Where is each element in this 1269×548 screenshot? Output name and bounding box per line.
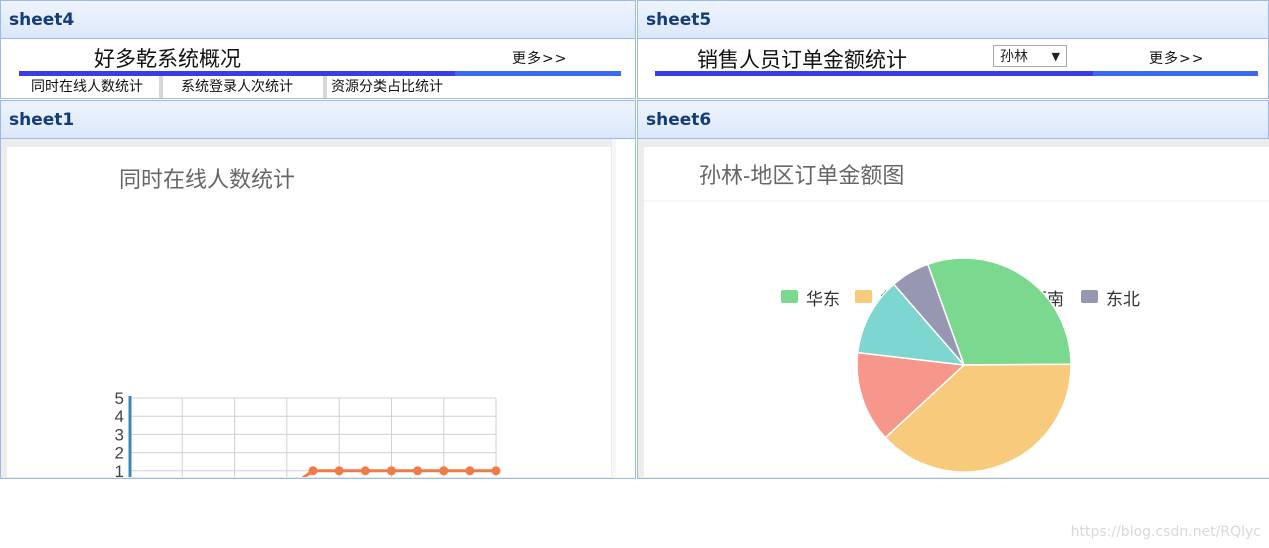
- y-tick-label: 3: [115, 425, 124, 444]
- data-point: [386, 466, 396, 476]
- sheet5-bar-light: [1093, 71, 1258, 76]
- legend-swatch: [781, 290, 798, 303]
- data-point: [334, 466, 344, 476]
- watermark: https://blog.csdn.net/RQlyc: [1070, 524, 1261, 540]
- sheet5-bar-dark: [655, 71, 1093, 76]
- sheet5-header: sheet5: [638, 1, 1268, 39]
- legend-label: 华东: [806, 290, 840, 309]
- progress-bar-light: [455, 71, 621, 76]
- pie-chart-title: 孙林-地区订单金额图: [699, 163, 904, 188]
- salesperson-select[interactable]: 孙林 ▼: [993, 45, 1067, 67]
- system-title: 好多乾系统概况: [94, 47, 241, 71]
- sheet4-panel: sheet4 好多乾系统概况 更多>> 同时在线人数统计 系统登录人次统计 资源…: [0, 0, 636, 99]
- sheet1-panel: sheet1 同时在线人数统计 0123451:003:005:009:0013…: [0, 100, 636, 479]
- sheet6-header: sheet6: [638, 101, 1268, 139]
- sheet4-header: sheet4: [1, 1, 635, 39]
- tab-login-count[interactable]: 系统登录人次统计: [163, 76, 327, 98]
- data-point: [439, 466, 449, 476]
- y-tick-label: 4: [115, 407, 124, 426]
- tab-resource-share[interactable]: 资源分类占比统计: [327, 76, 443, 98]
- data-point: [465, 466, 475, 476]
- legend-swatch: [1081, 290, 1098, 303]
- sheet4-more-link[interactable]: 更多>>: [512, 48, 567, 68]
- sheet5-more-link[interactable]: 更多>>: [1149, 48, 1204, 68]
- sheet5-panel: sheet5 销售人员订单金额统计 孙林 ▼ 更多>>: [637, 0, 1269, 99]
- dropdown-arrow-icon: ▼: [1051, 50, 1060, 63]
- line-chart-title: 同时在线人数统计: [119, 167, 295, 192]
- sales-order-title: 销售人员订单金额统计: [697, 48, 907, 72]
- sheet6-panel: sheet6 孙林-地区订单金额图 华东华北华南西南东北: [637, 100, 1269, 479]
- sheet4-tabs: 同时在线人数统计 系统登录人次统计 资源分类占比统计: [19, 76, 447, 98]
- data-point: [413, 466, 423, 476]
- y-tick-label: 5: [115, 389, 124, 408]
- salesperson-select-value: 孙林: [1000, 49, 1028, 65]
- sheet1-header: sheet1: [1, 101, 635, 139]
- tab-online-users[interactable]: 同时在线人数统计: [19, 76, 163, 98]
- legend-swatch: [855, 290, 872, 303]
- data-point: [491, 466, 501, 476]
- data-point: [360, 466, 370, 476]
- line-chart: 同时在线人数统计 0123451:003:005:009:0013:0015:0…: [7, 147, 611, 477]
- legend-label: 东北: [1106, 290, 1140, 309]
- pie-chart: 孙林-地区订单金额图 华东华北华南西南东北: [644, 147, 1269, 477]
- y-tick-label: 2: [115, 444, 124, 463]
- data-point: [308, 466, 318, 476]
- line-chart-bg: [7, 147, 611, 477]
- y-tick-label: 1: [115, 462, 124, 477]
- sheet1-right-strip: [616, 139, 635, 478]
